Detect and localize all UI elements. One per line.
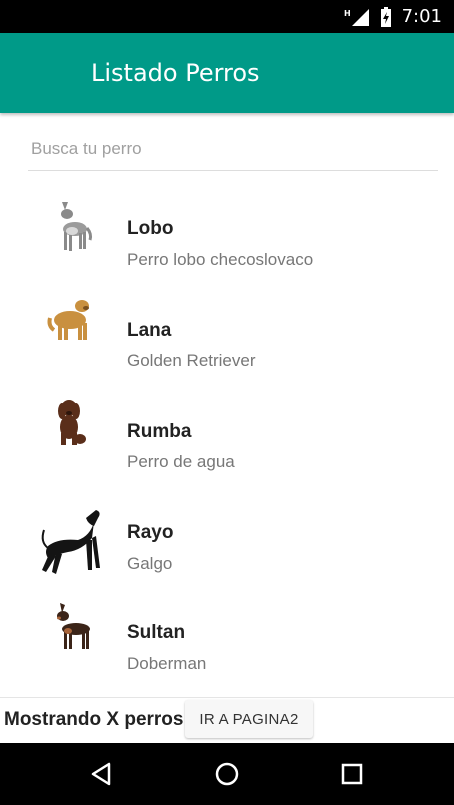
water-dog-image (38, 387, 108, 457)
footer-bar: Mostrando X perros IR A PAGINA2 (0, 697, 454, 743)
list-item[interactable]: Rayo Galgo (0, 478, 454, 578)
dog-breed: Perro de agua (127, 452, 235, 471)
greyhound-image (38, 508, 108, 578)
dog-breed: Doberman (127, 654, 207, 673)
dog-name: Rumba (127, 421, 192, 442)
golden-retriever-image (38, 286, 108, 356)
battery-icon (380, 6, 392, 27)
dog-count-label: Mostrando X perros (4, 709, 184, 730)
search-input[interactable] (28, 130, 444, 168)
dog-breed: Perro lobo checoslovaco (127, 250, 314, 269)
dog-name: Rayo (127, 522, 174, 543)
status-bar: H 7:01 (0, 0, 454, 33)
dog-name: Lana (127, 320, 172, 341)
app-screen: H 7:01 Listado Perros Busca tu perro Lob… (0, 0, 454, 805)
dog-name: Lobo (127, 218, 174, 239)
page-title: Listado Perros (91, 59, 260, 87)
dog-breed: Galgo (127, 554, 173, 573)
list-item[interactable]: Lana Golden Retriever (0, 276, 454, 376)
wolfdog-image (38, 186, 108, 256)
app-bar: Listado Perros (0, 33, 454, 113)
svg-text:H: H (344, 9, 351, 18)
status-time: 7:01 (401, 6, 442, 27)
back-icon[interactable] (87, 759, 117, 789)
navigation-bar (0, 743, 454, 805)
list-item[interactable]: Sultan Doberman (0, 579, 454, 679)
list-item[interactable]: Lobo Perro lobo checoslovaco (0, 174, 454, 274)
home-icon[interactable] (212, 759, 242, 789)
list-item[interactable]: Rumba Perro de agua (0, 377, 454, 477)
go-to-page2-button[interactable]: IR A PAGINA2 (185, 700, 313, 738)
signal-icon: H (344, 7, 370, 27)
dog-list[interactable]: Lobo Perro lobo checoslovaco Lana Golden… (0, 172, 454, 697)
dog-name: Sultan (127, 622, 186, 643)
recents-icon[interactable] (337, 759, 367, 789)
search-field[interactable] (28, 130, 444, 171)
dog-breed: Golden Retriever (127, 351, 256, 370)
doberman-image (38, 601, 108, 671)
